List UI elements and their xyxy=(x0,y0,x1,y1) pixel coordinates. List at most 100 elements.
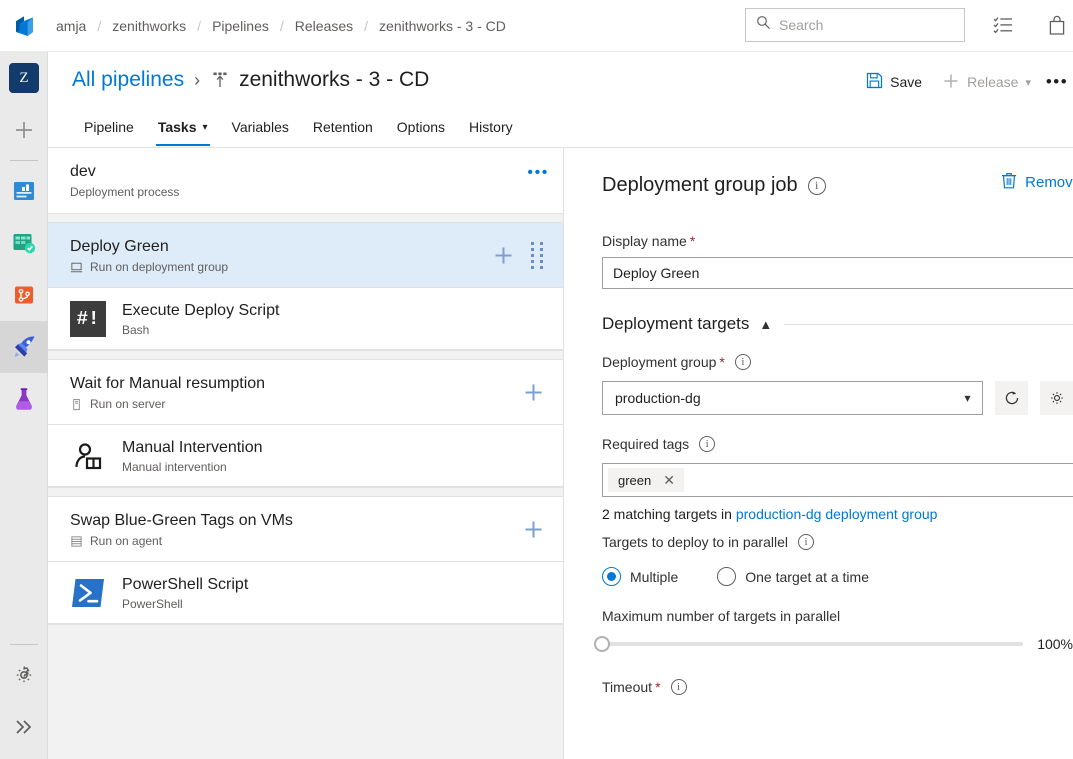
refresh-deployment-groups-button[interactable] xyxy=(995,381,1029,415)
info-icon[interactable]: i xyxy=(699,436,716,452)
overview-icon xyxy=(14,182,34,200)
breadcrumb-project[interactable]: zenithworks xyxy=(108,18,190,34)
rail-item-boards[interactable] xyxy=(0,217,48,269)
server-icon xyxy=(70,398,83,411)
refresh-icon xyxy=(1005,391,1019,405)
info-icon[interactable]: i xyxy=(670,679,687,695)
required-tags-input[interactable]: green ✕ xyxy=(602,463,1073,497)
pipelines-rocket-icon xyxy=(14,336,34,357)
breadcrumb-releases[interactable]: Releases xyxy=(291,18,357,34)
required-tags-label: Required tags xyxy=(602,436,690,452)
deployment-process-row[interactable]: dev Deployment process ••• xyxy=(48,148,563,214)
task-row[interactable]: #! Execute Deploy Script Bash xyxy=(48,288,563,350)
repos-icon xyxy=(15,286,33,304)
deployment-group-value: production-dg xyxy=(615,390,701,406)
breadcrumb-current: zenithworks - 3 - CD xyxy=(379,17,506,34)
max-parallel-slider[interactable] xyxy=(594,636,1024,652)
slider-thumb[interactable] xyxy=(594,636,610,652)
info-icon[interactable]: i xyxy=(798,534,814,550)
display-name-input[interactable] xyxy=(602,257,1073,289)
manage-deployment-group-button[interactable] xyxy=(1040,381,1073,415)
phase-row-deploy-green[interactable]: Deploy Green Run on deployment group xyxy=(48,223,563,288)
breadcrumb-org[interactable]: amja xyxy=(52,18,90,34)
main-content: dev Deployment process ••• Deploy Green xyxy=(48,147,1073,759)
remove-button[interactable]: Remove xyxy=(1001,172,1073,193)
agent-icon xyxy=(70,535,83,548)
release-button[interactable]: Release ▾ xyxy=(932,66,1041,98)
deployment-targets-section-header[interactable]: Deployment targets ▲ xyxy=(602,314,1073,334)
test-plans-flask-icon xyxy=(16,388,32,410)
radio-multiple[interactable]: Multiple xyxy=(602,567,678,586)
tab-tasks[interactable]: Tasks ▾ xyxy=(146,108,220,146)
section-label: Deployment targets xyxy=(602,314,750,333)
rail-divider xyxy=(9,160,38,161)
rail-item-overview[interactable] xyxy=(0,165,48,217)
tab-options[interactable]: Options xyxy=(385,108,457,146)
display-name-label-row: Display name * xyxy=(602,233,1073,249)
task-row[interactable]: PowerShell Script PowerShell xyxy=(48,562,563,624)
all-pipelines-link[interactable]: All pipelines xyxy=(72,68,184,92)
tab-pipeline[interactable]: Pipeline xyxy=(72,108,146,146)
page-title: zenithworks - 3 - CD xyxy=(239,68,430,91)
deployment-process-subtitle: Deployment process xyxy=(70,185,180,199)
required-indicator: * xyxy=(655,679,661,695)
chevron-down-icon: ▾ xyxy=(1025,76,1031,89)
gear-icon xyxy=(1050,392,1063,404)
deployment-group-link[interactable]: production-dg deployment group xyxy=(736,506,938,522)
close-icon[interactable]: ✕ xyxy=(663,472,675,489)
task-text: PowerShell Script PowerShell xyxy=(122,574,248,611)
remove-button-label: Remove xyxy=(1025,174,1073,191)
phase-subtitle-row: Run on agent xyxy=(70,534,493,548)
phase-block: Wait for Manual resumption Run on server xyxy=(48,359,563,488)
add-task-button[interactable] xyxy=(521,380,545,404)
tasks-list-icon[interactable] xyxy=(990,12,1016,38)
rail-item-project-avatar[interactable]: Z xyxy=(0,52,48,104)
info-icon[interactable]: i xyxy=(807,176,826,195)
phase-row-swap-blue-green-tags[interactable]: Swap Blue-Green Tags on VMs Run on agent xyxy=(48,497,563,562)
task-list-pane: dev Deployment process ••• Deploy Green xyxy=(48,147,564,759)
add-task-button[interactable] xyxy=(521,517,545,541)
tab-bar: Pipeline Tasks ▾ Variables Retention Opt… xyxy=(48,108,525,147)
rail-item-expand[interactable] xyxy=(0,701,48,753)
deployment-group-dropdown[interactable]: production-dg ▾ xyxy=(602,381,984,415)
section-rule xyxy=(784,323,1073,325)
tab-variables[interactable]: Variables xyxy=(220,108,301,146)
phase-drag-handle[interactable] xyxy=(531,241,545,269)
breadcrumb-pipelines[interactable]: Pipelines xyxy=(208,18,273,34)
search-input[interactable] xyxy=(779,17,954,33)
save-button-label: Save xyxy=(890,74,923,90)
details-header: Deployment group job i Remove xyxy=(602,148,1073,197)
azure-devops-logo-icon[interactable] xyxy=(0,0,52,52)
required-tags-field-wrap: green ✕ xyxy=(602,463,1073,497)
process-more-actions-button[interactable]: ••• xyxy=(527,164,549,182)
max-parallel-label: Maximum number of targets in parallel xyxy=(602,608,841,624)
rail-item-test-plans[interactable] xyxy=(0,373,48,425)
save-button[interactable]: Save xyxy=(856,66,932,98)
rail-item-new[interactable] xyxy=(0,104,48,156)
release-button-label: Release xyxy=(967,74,1019,90)
info-icon[interactable]: i xyxy=(734,354,751,370)
add-task-button[interactable] xyxy=(491,243,515,267)
rail-item-repos[interactable] xyxy=(0,269,48,321)
rail-item-pipelines[interactable] xyxy=(0,321,48,373)
rail-bottom-group xyxy=(0,640,48,753)
chevron-down-icon: ▾ xyxy=(202,121,208,133)
details-title: Deployment group job xyxy=(602,174,798,196)
tab-history-label: History xyxy=(469,119,513,135)
radio-one-target-label: One target at a time xyxy=(745,568,869,585)
breadcrumb-separator: / xyxy=(97,17,102,34)
chevron-right-icon: › xyxy=(194,69,201,90)
rail-item-project-settings[interactable] xyxy=(0,649,48,701)
tab-history[interactable]: History xyxy=(457,108,525,146)
phase-row-wait-for-manual-resumption[interactable]: Wait for Manual resumption Run on server xyxy=(48,360,563,425)
tag-chip-green[interactable]: green ✕ xyxy=(608,468,684,492)
phase-name: Deploy Green xyxy=(70,238,169,255)
phase-name: Wait for Manual resumption xyxy=(70,375,266,392)
radio-one-target-at-a-time[interactable]: One target at a time xyxy=(717,567,869,586)
more-actions-button[interactable]: ••• xyxy=(1041,66,1073,98)
shopping-bag-icon[interactable] xyxy=(1044,12,1070,38)
task-row[interactable]: Manual Intervention Manual intervention xyxy=(48,425,563,487)
breadcrumb: amja / zenithworks / Pipelines / Release… xyxy=(52,18,510,34)
search-box[interactable] xyxy=(745,8,965,42)
tab-retention[interactable]: Retention xyxy=(301,108,385,146)
